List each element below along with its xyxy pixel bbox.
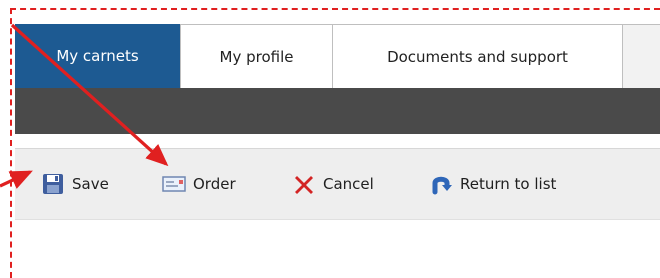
- envelope-card-icon: [162, 172, 186, 196]
- return-to-list-button[interactable]: Return to list: [429, 171, 556, 197]
- order-label: Order: [193, 175, 236, 193]
- cancel-label: Cancel: [323, 175, 374, 193]
- order-button[interactable]: Order: [162, 171, 236, 197]
- cancel-button[interactable]: Cancel: [292, 171, 374, 197]
- tab-label: My profile: [219, 47, 294, 66]
- save-button[interactable]: Save: [41, 171, 109, 197]
- action-toolbar: Save Order Cancel Return to list: [15, 148, 660, 220]
- tab-label: My carnets: [56, 47, 139, 65]
- tab-documents-and-support[interactable]: Documents and support: [333, 24, 623, 88]
- return-arrow-icon: [429, 172, 453, 196]
- save-label: Save: [72, 175, 109, 193]
- red-x-icon: [292, 172, 316, 196]
- subnav-bar: [15, 88, 660, 134]
- tab-my-carnets[interactable]: My carnets: [15, 24, 181, 88]
- tab-label: Documents and support: [387, 47, 568, 66]
- tab-bar: My carnets My profile Documents and supp…: [15, 24, 660, 89]
- tab-my-profile[interactable]: My profile: [181, 24, 333, 88]
- tab-overflow: [623, 24, 660, 88]
- floppy-disk-icon: [41, 172, 65, 196]
- return-label: Return to list: [460, 175, 557, 193]
